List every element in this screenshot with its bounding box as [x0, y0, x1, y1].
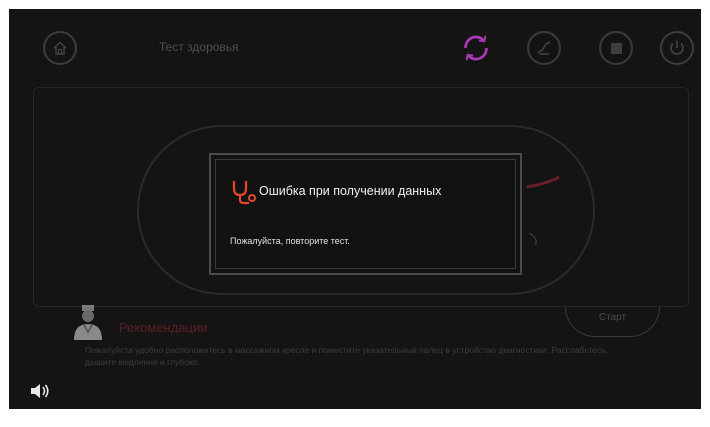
dialog-title: Ошибка при получении данных [259, 184, 442, 198]
dialog-border [215, 159, 516, 269]
power-icon [670, 40, 684, 55]
speaker-icon[interactable] [29, 381, 51, 401]
error-dialog: Ошибка при получении данных Пожалуйста, … [209, 153, 522, 275]
home-button[interactable] [43, 31, 77, 65]
stop-icon [610, 42, 622, 54]
page-title: Тест здоровья [159, 40, 239, 54]
massage-chair-icon [537, 41, 551, 55]
sync-button[interactable] [459, 31, 493, 65]
power-button[interactable] [660, 31, 694, 65]
chair-indicator [526, 175, 560, 246]
recommendations-title: Рекомендации [119, 320, 208, 335]
stethoscope-icon [232, 181, 256, 205]
home-icon [53, 41, 67, 55]
dialog-message: Пожалуйста, повторите тест. [230, 236, 350, 246]
doctor-icon [74, 305, 102, 340]
start-button[interactable]: Старт [565, 307, 660, 337]
recommendations-text: Пожалуйста удобно расположитесь в массаж… [85, 345, 608, 367]
app-screen: Тест здоровья Ошибка при получении данны… [9, 9, 701, 409]
sync-icon [464, 35, 488, 61]
stop-button[interactable] [599, 31, 633, 65]
massage-button[interactable] [527, 31, 561, 65]
